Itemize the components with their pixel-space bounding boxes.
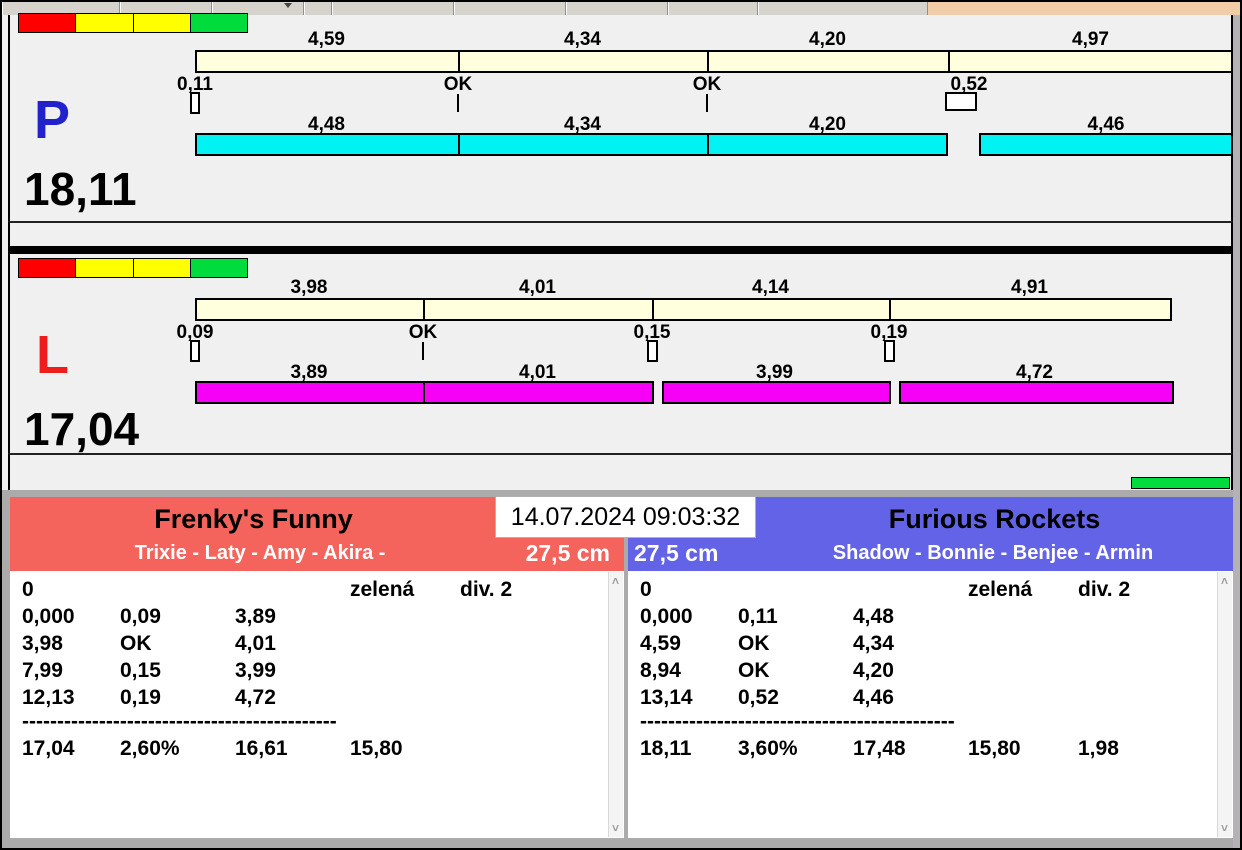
table-row: 13,14 0,52 4,46 bbox=[640, 686, 894, 709]
table-row: 4,59 OK 4,34 bbox=[640, 632, 894, 655]
scroll-up-icon[interactable]: ˄ bbox=[1218, 574, 1231, 588]
lane-divider bbox=[8, 246, 1233, 254]
toolbar-cell[interactable] bbox=[668, 2, 758, 15]
team-dogs: Trixie - Laty - Amy - Akira - bbox=[134, 542, 386, 564]
exchange-tick-marker bbox=[706, 94, 708, 112]
leg-bar bbox=[195, 381, 654, 404]
table-row: 7,99 0,15 3,99 bbox=[22, 659, 276, 682]
table-totals-row: 17,04 2,60% 16,61 15,80 bbox=[22, 737, 403, 760]
leg-bar bbox=[195, 133, 948, 156]
exchange-tick-marker bbox=[457, 94, 459, 112]
lane-panel-l: 3,98 4,01 4,14 4,91 0,09 OK 0,15 0,19 3,… bbox=[8, 254, 1233, 453]
exchange-box-marker bbox=[884, 340, 895, 362]
light-red bbox=[19, 259, 77, 277]
split-time-label: 4,14 bbox=[752, 277, 789, 298]
leg-divider bbox=[423, 383, 425, 402]
leg-divider bbox=[458, 135, 460, 154]
leg-bar-segment bbox=[899, 381, 1174, 404]
split-time-label: 4,20 bbox=[809, 29, 846, 50]
team-name: Frenky's Funny bbox=[154, 504, 353, 534]
split-divider bbox=[889, 300, 891, 319]
right-edge-strip bbox=[1233, 15, 1240, 848]
lane-total-time: 18,11 bbox=[24, 163, 137, 215]
lane-total-time: 17,04 bbox=[24, 403, 140, 455]
lane-l-substrip bbox=[8, 453, 1233, 490]
table-row: 0,000 0,09 3,89 bbox=[22, 605, 276, 628]
exchange-label: OK bbox=[443, 74, 473, 95]
jump-height: 27,5 cm bbox=[634, 540, 719, 566]
table-row: 0 zelená div. 2 bbox=[640, 578, 1131, 601]
split-divider bbox=[458, 52, 460, 71]
table-row: 0 zelená div. 2 bbox=[22, 578, 513, 601]
table-separator: ----------------------------------------… bbox=[22, 711, 337, 733]
leg-bar-segment bbox=[979, 133, 1233, 156]
jump-height: 27,5 cm bbox=[525, 540, 610, 566]
toolbar-cell[interactable] bbox=[454, 2, 566, 15]
scrollbar[interactable]: ˄ ˅ bbox=[1217, 572, 1232, 837]
light-red bbox=[19, 14, 77, 32]
scroll-up-icon[interactable]: ˄ bbox=[609, 574, 622, 588]
table-row: 0,000 0,11 4,48 bbox=[640, 605, 894, 628]
team-dogs: Shadow - Bonnie - Benjee - Armin bbox=[832, 542, 1154, 564]
split-time-label: 4,97 bbox=[1072, 29, 1109, 50]
dropdown-arrow-icon[interactable] bbox=[284, 3, 292, 8]
light-green bbox=[190, 259, 247, 277]
toolbar-cell[interactable] bbox=[332, 2, 454, 15]
split-bar bbox=[195, 50, 1233, 73]
team-results-left: 0 zelená div. 2 0,000 0,09 3,89 3,98 OK 4,01 7… bbox=[10, 571, 624, 838]
toolbar-cell[interactable] bbox=[758, 2, 928, 15]
split-divider bbox=[423, 300, 425, 319]
split-time-label: 4,01 bbox=[519, 277, 556, 298]
light-yellow bbox=[133, 14, 191, 32]
exchange-box-marker bbox=[190, 340, 200, 362]
datetime-display: 14.07.2024 09:03:32 bbox=[495, 496, 756, 538]
lane-letter: P bbox=[34, 90, 71, 150]
toolbar-cell[interactable] bbox=[566, 2, 668, 15]
lane-p-substrip bbox=[8, 221, 1233, 246]
exchange-box-marker bbox=[945, 92, 977, 111]
scroll-down-icon[interactable]: ˅ bbox=[609, 821, 622, 835]
table-row: 3,98 OK 4,01 bbox=[22, 632, 276, 655]
team-panel-left: Frenky's Funny Trixie - Laty - Amy - Aki… bbox=[10, 497, 624, 838]
split-bar bbox=[195, 298, 1172, 321]
light-yellow bbox=[76, 259, 134, 277]
lane-panel-p: 4,59 4,34 4,20 4,97 0,11 OK OK 0,52 4,48… bbox=[8, 13, 1233, 246]
split-time-label: 4,59 bbox=[308, 29, 345, 50]
table-row: 8,94 OK 4,20 bbox=[640, 659, 894, 682]
team-name: Furious Rockets bbox=[888, 504, 1101, 534]
team-panel-right: Furious Rockets Shadow - Bonnie - Benjee… bbox=[628, 497, 1233, 838]
scrollbar[interactable]: ˄ ˅ bbox=[608, 572, 623, 837]
exchange-label: OK bbox=[408, 322, 438, 343]
exchange-label: OK bbox=[692, 74, 722, 95]
split-divider bbox=[652, 300, 654, 319]
exchange-box-marker bbox=[647, 340, 658, 362]
title-strip bbox=[928, 2, 1240, 15]
table-row: 12,13 0,19 4,72 bbox=[22, 686, 276, 709]
light-yellow bbox=[76, 14, 134, 32]
split-divider bbox=[707, 52, 709, 71]
split-time-label: 3,98 bbox=[290, 277, 328, 298]
leg-bar-segment bbox=[662, 381, 891, 404]
exchange-box-marker bbox=[190, 92, 200, 114]
light-yellow bbox=[133, 259, 191, 277]
exchange-tick-marker bbox=[422, 342, 424, 360]
lane-letter: L bbox=[36, 325, 69, 385]
team-results-right: 0 zelená div. 2 0,000 0,11 4,48 4,59 OK 4,34 8… bbox=[628, 571, 1233, 838]
leg-divider bbox=[707, 135, 709, 154]
results-section: Frenky's Funny Trixie - Laty - Amy - Aki… bbox=[2, 490, 1233, 848]
split-time-label: 4,34 bbox=[564, 29, 601, 50]
table-separator: ----------------------------------------… bbox=[640, 711, 955, 733]
split-time-label: 4,91 bbox=[1011, 277, 1048, 298]
table-totals-row: 18,11 3,60% 17,48 15,80 1,98 bbox=[640, 737, 1119, 760]
progress-green-bar bbox=[1131, 477, 1230, 489]
start-lights bbox=[18, 258, 248, 278]
scroll-down-icon[interactable]: ˅ bbox=[1218, 821, 1231, 835]
split-divider bbox=[948, 52, 950, 71]
toolbar-cell[interactable] bbox=[304, 2, 332, 15]
